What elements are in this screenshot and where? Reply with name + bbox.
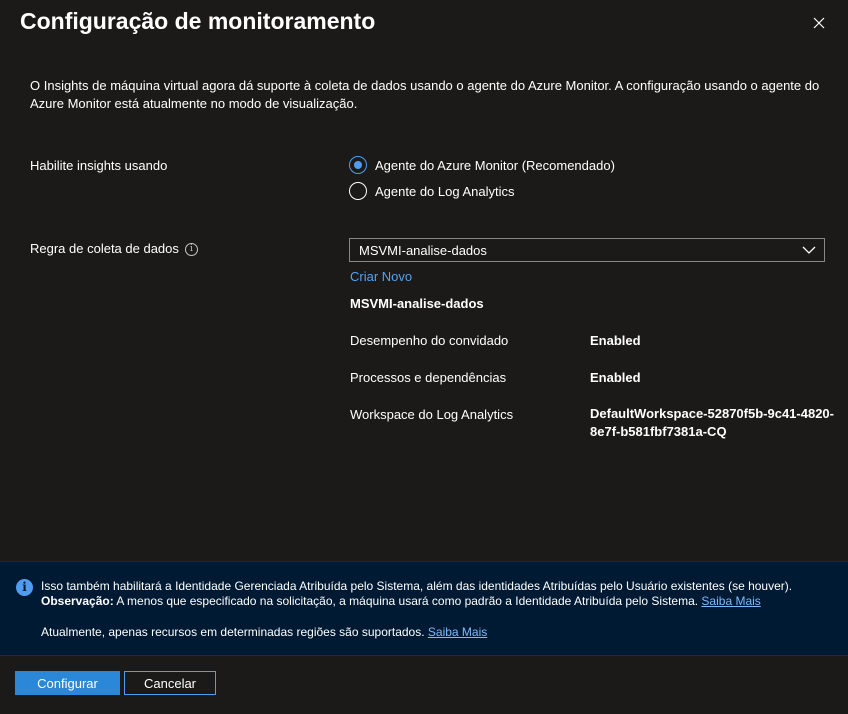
- rule-name-heading: MSVMI-analise-dados: [350, 296, 484, 311]
- property-label: Processos e dependências: [350, 370, 507, 385]
- dropdown-selected-value: MSVMI-analise-dados: [359, 243, 487, 258]
- page-title: Configuração de monitoramento: [20, 8, 376, 34]
- chevron-down-icon: [802, 246, 816, 254]
- radio-label[interactable]: Agente do Log Analytics: [375, 184, 515, 199]
- data-collection-rule-dropdown[interactable]: MSVMI-analise-dados: [349, 238, 825, 262]
- dcr-label-text: Regra de coleta de dados: [30, 241, 179, 256]
- banner-message: Isso também habilitará a Identidade Gere…: [41, 579, 836, 609]
- banner-regions-message: Atualmente, apenas recursos em determina…: [41, 625, 487, 639]
- enable-insights-label: Habilite insights usando: [30, 158, 168, 173]
- intro-text: O Insights de máquina virtual agora dá s…: [30, 78, 820, 111]
- configure-button[interactable]: Configurar: [15, 671, 120, 695]
- info-icon: i: [16, 579, 33, 596]
- close-icon[interactable]: [813, 17, 825, 29]
- radio-button-checked[interactable]: [349, 156, 367, 174]
- property-value: DefaultWorkspace-52870f5b-9c41-4820-8e7f…: [590, 406, 834, 439]
- info-banner: i Isso também habilitará a Identidade Ge…: [0, 561, 848, 655]
- property-label: Workspace do Log Analytics: [350, 407, 514, 422]
- note-label: Observação:: [41, 594, 114, 608]
- cancel-button[interactable]: Cancelar: [124, 671, 216, 695]
- radio-azure-monitor-agent[interactable]: Agente do Azure Monitor (Recomendado): [349, 156, 615, 174]
- learn-more-link[interactable]: Saiba Mais: [428, 625, 487, 639]
- close-button[interactable]: [806, 10, 832, 36]
- property-value: Enabled: [590, 333, 641, 348]
- banner-note: Observação: A menos que especificado na …: [41, 594, 836, 609]
- note-text: A menos que especificado na solicitação,…: [113, 594, 699, 608]
- property-label: Desempenho do convidado: [350, 333, 509, 348]
- radio-button-unchecked[interactable]: [349, 182, 367, 200]
- radio-label[interactable]: Agente do Azure Monitor (Recomendado): [375, 158, 615, 173]
- create-new-link[interactable]: Criar Novo: [350, 269, 412, 284]
- info-icon[interactable]: i: [184, 243, 198, 257]
- regions-text: Atualmente, apenas recursos em determina…: [41, 625, 425, 639]
- footer-divider: [0, 655, 848, 656]
- radio-log-analytics-agent[interactable]: Agente do Log Analytics: [349, 182, 515, 200]
- learn-more-link[interactable]: Saiba Mais: [701, 594, 760, 608]
- data-collection-rule-label: Regra de coleta de dados i: [30, 241, 198, 257]
- property-value: Enabled: [590, 370, 641, 385]
- banner-line: Isso também habilitará a Identidade Gere…: [41, 579, 793, 593]
